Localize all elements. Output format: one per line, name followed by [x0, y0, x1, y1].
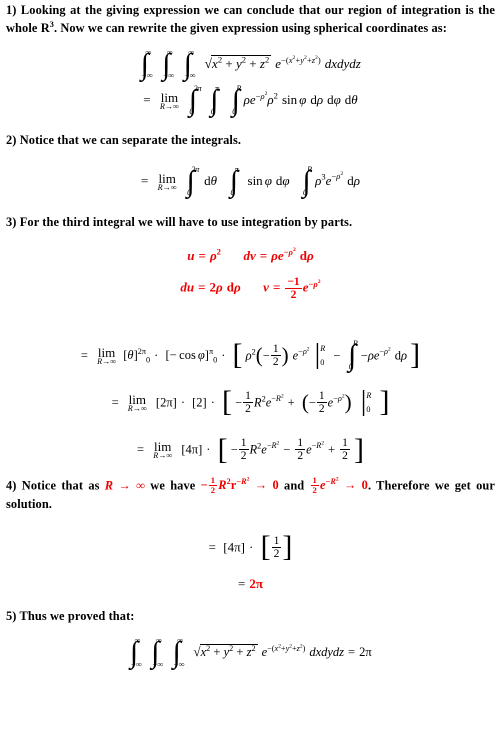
bracket-open: [	[232, 338, 243, 372]
equation-final-value: = 2π	[238, 575, 263, 591]
theta-value: [2π]	[155, 395, 177, 410]
bracket-close: ]	[410, 338, 421, 372]
equation-separated-integrals: = lim R→∞ ∫ 2π 0 dθ ∫ π 0 sin φ dφ ∫ R 0 ρ…	[141, 164, 360, 198]
step-4-text-segment-2: we have	[145, 478, 201, 493]
step-1-text-after: . Now we can rewrite the given expressio…	[53, 20, 447, 35]
result-2pi: 2π	[249, 575, 263, 591]
step-4-text-segment-3: and	[278, 478, 310, 493]
step-4-limit-expression: R → ∞	[104, 478, 146, 493]
equation-parts-du-v: du = 2ρ dρ v = −1 2 e−ρ2	[180, 275, 321, 301]
step-5-paragraph: 5) Thus we proved that:	[4, 608, 497, 626]
bracket-close-2: ]	[379, 385, 390, 419]
step-1-paragraph: 1) Looking at the giving expression we c…	[4, 2, 497, 37]
integral-phi: ∫ π 0	[210, 84, 220, 118]
step-2-text: Notice that we can separate the integral…	[19, 133, 242, 148]
equation-substituted: = lim R→∞ [2π] · [2] · [ −1 2 R2e−R2 + (− 1 2 e−…	[111, 385, 390, 419]
equation-spherical-integral: = lim R→∞ ∫ 2π 0 ∫ π 0 ∫ R 0 ρe−ρ2ρ2 sin φ…	[143, 84, 358, 118]
step-4-text-segment-1: Notice that as	[21, 478, 105, 493]
integral-outer: ∫ ∞ −∞	[140, 48, 153, 82]
u-symbol: u	[187, 248, 195, 264]
bracket-close-3: ]	[353, 432, 364, 466]
step-3-paragraph: 3) For the third integral we will have t…	[4, 214, 497, 232]
sqrt-integrand-final: √x2 + y2 + z2	[193, 644, 258, 660]
dv-symbol: dv	[243, 248, 256, 264]
limit-operator-simplified: lim R→∞	[153, 439, 173, 461]
step-4-number: 4)	[6, 478, 17, 493]
step-4-vanishing-term-2: 1 2 e−R2 → 0	[310, 475, 368, 496]
step-4-paragraph: 4) Notice that as R → ∞ we have −1 2 R2r−R…	[4, 475, 497, 514]
differentials-final: dxdydz	[309, 645, 345, 660]
evaluation-bar-2: | R 0	[360, 386, 372, 417]
equation-original-integral: ∫ ∞ −∞ ∫ ∞ −∞ ∫ ∞ −∞ √x2 + y2 + z2 e−(x2+…	[140, 48, 361, 82]
sqrt-integrand: √x2 + y2 + z2	[204, 54, 272, 72]
equation-final-product: = [4π] · [1 2]	[208, 530, 293, 564]
bracket-open-3: [	[217, 432, 228, 466]
final-result-value: 2π	[359, 645, 372, 660]
step-3-number: 3)	[6, 214, 17, 229]
equation-parts-u-dv: u = ρ2 dv = ρe−ρ2 dρ	[187, 247, 314, 264]
one-half-fraction: 12	[271, 535, 282, 561]
integral-outer-final: ∫ ∞ −∞	[129, 636, 142, 670]
differentials-dxdydz: dxdydz	[324, 56, 361, 72]
step-2-paragraph: 2) Notice that we can separate the integ…	[4, 132, 497, 150]
bracket-close-4: ]	[282, 530, 293, 564]
integral-rho: ∫ R 0	[231, 84, 242, 118]
equation-conclusion: ∫ ∞ −∞ ∫ ∞ −∞ ∫ ∞ −∞ √x2 + y2 + z2 e−(x2+…	[129, 636, 372, 670]
limit-operator-expanded: lim R→∞	[97, 345, 117, 367]
step-5-number: 5)	[6, 608, 17, 623]
step-1-number: 1)	[6, 3, 17, 17]
constant-4pi: [4π]	[181, 442, 203, 457]
v-symbol: v	[263, 279, 269, 295]
integral-rho-separated: ∫ R 0	[302, 164, 313, 198]
equation-simplified: = lim R→∞ [4π] · [ −1 2 R2e−R2−1 2 e−R2 +1 2 ]	[137, 432, 364, 466]
limit-operator-spherical: lim R→∞	[159, 90, 179, 112]
step-5-text: Thus we proved that:	[19, 608, 135, 623]
step-4-vanishing-term-1: −1 2 R2r−R2 → 0	[200, 475, 279, 496]
limit-operator-separated: lim R→∞	[157, 170, 177, 192]
step-2-number: 2)	[6, 133, 17, 148]
phi-value: [2]	[192, 395, 207, 410]
integral-phi-separated: ∫ π 0	[229, 164, 239, 198]
evaluation-bar-1: | R 0	[314, 338, 326, 370]
integral-middle: ∫ ∞ −∞	[162, 48, 175, 82]
du-symbol: du	[180, 279, 195, 295]
equation-expanded: = lim R→∞ [θ]2π0 · [− cos φ]π0 · [ ρ2(− 1 2) e…	[80, 338, 421, 372]
v-fraction: −1 2	[285, 275, 302, 301]
real-numbers-symbol: R3	[40, 19, 54, 35]
phi-bracket: [− cos φ]π0	[165, 346, 218, 365]
integral-inner-final: ∫ ∞ −∞	[172, 636, 185, 670]
limit-operator-substituted: lim R→∞	[127, 392, 147, 414]
integral-theta-separated: ∫ 2π 0	[186, 164, 200, 198]
integral-inner: ∫ ∞ −∞	[183, 48, 196, 82]
theta-bracket: [θ]2π0	[123, 346, 151, 365]
bracket-open-4: [	[260, 530, 271, 564]
integral-middle-final: ∫ ∞ −∞	[151, 636, 164, 670]
final-constant: [4π]	[223, 539, 245, 555]
bracket-open-2: [	[221, 385, 232, 419]
integral-theta: ∫ 2π 0	[188, 84, 202, 118]
step-3-text: For the third integral we will have to u…	[19, 214, 353, 229]
integral-remaining: ∫ R 0	[348, 338, 358, 372]
document-page: 1) Looking at the giving expression we c…	[0, 2, 501, 732]
